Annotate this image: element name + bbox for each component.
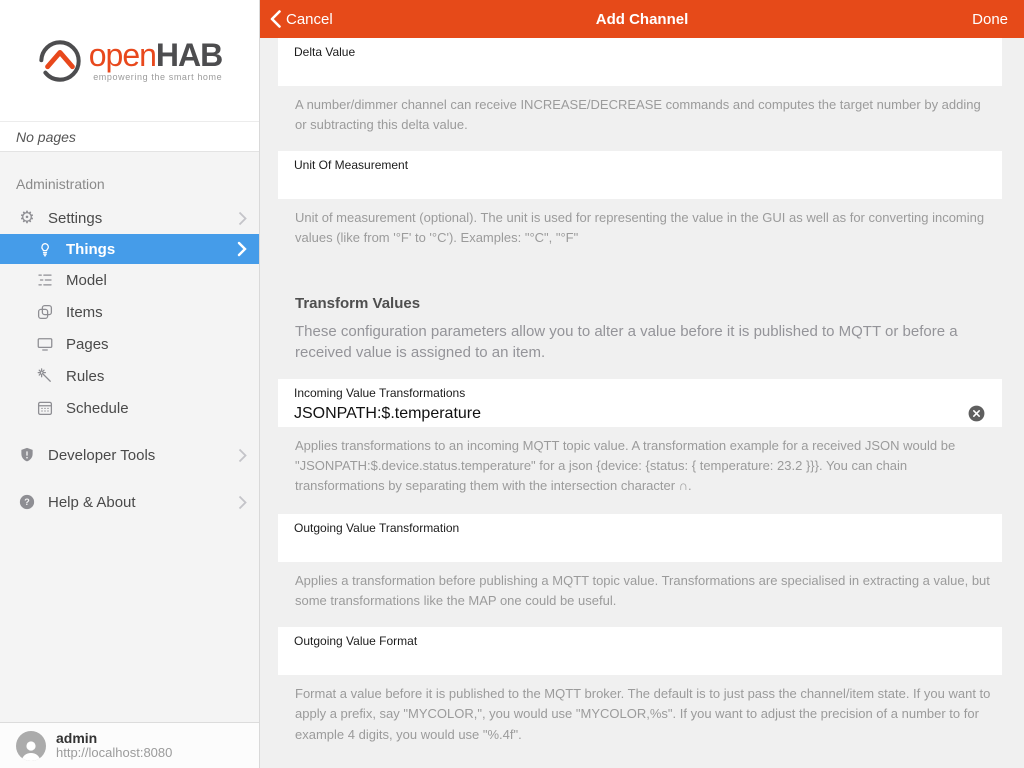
field-incoming-value-transformations: Incoming Value Transformations (278, 379, 1002, 427)
chevron-right-icon (238, 495, 247, 510)
field-label: Delta Value (294, 45, 986, 59)
unit-of-measurement-input[interactable] (294, 176, 986, 196)
field-description: Applies transformations to an incoming M… (295, 436, 994, 496)
add-channel-form: Delta Value A number/dimmer channel can … (260, 38, 1024, 768)
admin-menu: Administration ⚙ Settings Things (0, 152, 259, 722)
navbar: Cancel Add Channel Done (260, 0, 1024, 38)
monitor-icon (34, 334, 56, 354)
chevron-right-icon (237, 241, 247, 257)
sidebar: openHAB empowering the smart home No pag… (0, 0, 260, 768)
field-label: Incoming Value Transformations (294, 386, 986, 400)
sidebar-item-label: Rules (66, 368, 259, 385)
lightbulb-icon (34, 239, 56, 259)
sidebar-item-pages[interactable]: Pages (0, 328, 259, 360)
avatar (16, 731, 46, 761)
brand-hab: HAB (156, 37, 222, 73)
sidebar-item-label: Schedule (66, 400, 259, 417)
brand-text: openHAB (89, 39, 223, 71)
user-name: admin (56, 730, 172, 746)
user-footer[interactable]: admin http://localhost:8080 (0, 722, 259, 768)
outgoing-value-transformation-input[interactable] (294, 539, 986, 559)
sidebar-item-label: Pages (66, 336, 259, 353)
sidebar-item-label: Model (66, 272, 259, 289)
openhab-logo: openHAB empowering the smart home (0, 0, 259, 122)
no-pages-label: No pages (0, 122, 259, 152)
copy-icon (34, 302, 56, 322)
gear-icon: ⚙ (16, 208, 38, 228)
user-meta: admin http://localhost:8080 (56, 730, 172, 761)
field-delta-value: Delta Value (278, 38, 1002, 86)
openhab-mark-icon (37, 38, 83, 84)
app-window: openHAB empowering the smart home No pag… (0, 0, 1024, 768)
sidebar-item-items[interactable]: Items (0, 296, 259, 328)
calendar-icon (34, 398, 56, 418)
sidebar-item-developer-tools[interactable]: Developer Tools (0, 439, 259, 471)
incoming-value-transformations-input[interactable] (294, 404, 967, 424)
field-label: Outgoing Value Format (294, 634, 986, 648)
sidebar-item-help-about[interactable]: ? Help & About (0, 486, 259, 518)
shield-exclamation-icon (16, 445, 38, 465)
field-label: Unit Of Measurement (294, 158, 986, 172)
field-unit-of-measurement: Unit Of Measurement (278, 151, 1002, 199)
question-circle-icon: ? (16, 492, 38, 512)
main-pane: Cancel Add Channel Done Delta Value A nu… (260, 0, 1024, 768)
field-description: Unit of measurement (optional). The unit… (295, 208, 994, 248)
delta-value-input[interactable] (294, 63, 986, 83)
cancel-label: Cancel (286, 11, 333, 28)
sidebar-item-label: Items (66, 304, 259, 321)
cancel-button[interactable]: Cancel (260, 10, 333, 28)
sidebar-item-label: Things (66, 241, 237, 258)
done-button[interactable]: Done (972, 11, 1008, 28)
clear-input-button[interactable] (967, 404, 986, 423)
wand-sparkle-icon (34, 366, 56, 386)
brand-tagline: empowering the smart home (93, 72, 222, 82)
back-chevron-icon (270, 10, 281, 28)
transform-values-section-description: These configuration parameters allow you… (295, 321, 994, 363)
transform-values-section-title: Transform Values (295, 295, 994, 312)
admin-section-title: Administration (0, 176, 259, 192)
brand-open: open (89, 37, 156, 73)
sidebar-item-settings[interactable]: ⚙ Settings (0, 202, 259, 234)
tree-list-icon (34, 270, 56, 290)
field-description: A number/dimmer channel can receive INCR… (295, 95, 994, 135)
svg-text:?: ? (24, 497, 30, 507)
field-description: Applies a transformation before publishi… (295, 571, 994, 611)
outgoing-value-format-input[interactable] (294, 652, 986, 672)
field-label: Outgoing Value Transformation (294, 521, 986, 535)
sidebar-item-things[interactable]: Things (0, 234, 259, 264)
field-outgoing-value-format: Outgoing Value Format (278, 627, 1002, 675)
logo-lockup: openHAB empowering the smart home (37, 38, 223, 84)
user-url: http://localhost:8080 (56, 746, 172, 761)
chevron-right-icon (238, 211, 247, 226)
close-icon (967, 404, 986, 423)
field-outgoing-value-transformation: Outgoing Value Transformation (278, 514, 1002, 562)
sidebar-item-schedule[interactable]: Schedule (0, 392, 259, 424)
field-description: Format a value before it is published to… (295, 684, 994, 744)
brand-block: openHAB empowering the smart home (89, 39, 223, 82)
sidebar-item-model[interactable]: Model (0, 264, 259, 296)
chevron-right-icon (238, 448, 247, 463)
sidebar-item-label: Developer Tools (48, 447, 238, 464)
page-title: Add Channel (260, 11, 1024, 28)
sidebar-item-label: Help & About (48, 494, 238, 511)
sidebar-item-rules[interactable]: Rules (0, 360, 259, 392)
sidebar-item-label: Settings (48, 210, 238, 227)
